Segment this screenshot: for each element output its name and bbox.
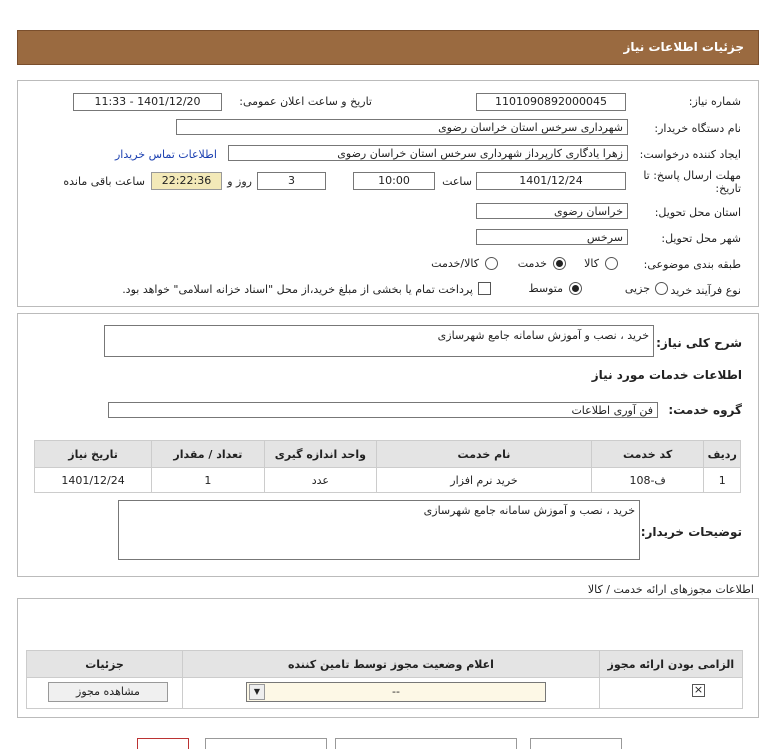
col-qty-header: تعداد / مقدار	[151, 440, 265, 468]
days-label: روز و	[227, 175, 252, 188]
bottom-button-1[interactable]	[137, 738, 189, 749]
col-code-header: کد خدمت	[590, 440, 705, 468]
permit-status-select[interactable]: -- ▼	[246, 682, 546, 702]
need-info-panel	[17, 80, 759, 307]
cell-qty: 1	[151, 467, 265, 493]
cell-unit: عدد	[263, 467, 378, 493]
summary-field: خرید ، نصب و آموزش سامانه جامع شهرسازی	[104, 325, 654, 357]
need-number-field: 1101090892000045	[476, 93, 626, 111]
permit-required-checkbox: ×	[692, 683, 705, 697]
need-number-label: شماره نیاز:	[688, 95, 741, 108]
category-radio-goods[interactable]	[605, 257, 618, 270]
creator-field: زهرا یادگاری کارپرداز شهرداری سرخس استان…	[228, 145, 628, 161]
view-permit-button[interactable]: مشاهده مجوز	[48, 682, 168, 702]
category-label: طبقه بندی موضوعی:	[643, 258, 741, 271]
province-label: استان محل تحویل:	[654, 206, 741, 219]
buyer-org-label: نام دستگاه خریدار:	[654, 122, 741, 135]
permit-required-header: الزامی بودن ارائه مجوز	[598, 650, 744, 678]
treasury-payment-note: پرداخت تمام یا بخشی از مبلغ خرید،از محل …	[122, 283, 473, 296]
permits-title: اطلاعات مجوزهای ارائه خدمت / کالا	[587, 583, 754, 596]
service-group-field: فن آوری اطلاعات	[108, 402, 658, 418]
city-label: شهر محل تحویل:	[661, 232, 741, 245]
page-title: جزئیات اطلاعات نیاز	[623, 40, 744, 54]
col-name-header: نام خدمت	[376, 440, 592, 468]
permit-required-cell	[598, 677, 744, 709]
remaining-timer: 22:22:36	[151, 172, 222, 190]
city-field: سرخس	[476, 229, 628, 245]
treasury-payment-checkbox[interactable]	[478, 282, 491, 295]
services-table-header: ردیف کد خدمت نام خدمت واحد اندازه گیری ت…	[33, 440, 741, 468]
process-option-minor: جزیی	[624, 282, 650, 295]
buyer-org-field: شهرداری سرخس استان خراسان رضوی	[176, 119, 628, 135]
summary-label: شرح کلی نیاز:	[656, 336, 742, 350]
announce-field: 1401/12/20 - 11:33	[73, 93, 222, 111]
service-group-label: گروه خدمت:	[668, 403, 742, 417]
col-date-header: تاریخ نیاز	[33, 440, 153, 468]
buyer-contact-link[interactable]: اطلاعات تماس خریدار	[115, 148, 217, 161]
deadline-label: مهلت ارسال پاسخ: تا	[643, 169, 741, 182]
permit-status-value: --	[392, 685, 400, 698]
category-radio-both[interactable]	[485, 257, 498, 270]
permits-table-header: الزامی بودن ارائه مجوز اعلام وضعیت مجوز …	[25, 650, 744, 678]
process-option-medium: متوسط	[528, 282, 563, 295]
chevron-down-icon[interactable]: ▼	[249, 684, 265, 700]
remaining-label: ساعت باقی مانده	[63, 175, 145, 188]
page-header: جزئیات اطلاعات نیاز	[17, 30, 759, 65]
announce-label: تاریخ و ساعت اعلان عمومی:	[239, 95, 372, 108]
process-radio-medium[interactable]	[569, 282, 582, 295]
category-option-service: خدمت	[517, 257, 547, 270]
permit-details-header: جزئیات	[25, 650, 184, 678]
bottom-button-4[interactable]	[530, 738, 622, 749]
services-table: ردیف کد خدمت نام خدمت واحد اندازه گیری ت…	[33, 440, 741, 493]
creator-label: ایجاد کننده درخواست:	[639, 148, 741, 161]
process-label: نوع فرآیند خرید :	[663, 284, 741, 297]
deadline-time-field: 10:00	[353, 172, 435, 190]
deadline-label-2: تاریخ:	[715, 182, 741, 195]
category-radio-service[interactable]	[553, 257, 566, 270]
buyer-notes-field: خرید ، نصب و آموزش سامانه جامع شهرسازی	[118, 500, 640, 560]
days-field: 3	[257, 172, 326, 190]
province-field: خراسان رضوی	[476, 203, 628, 219]
col-row-header: ردیف	[703, 440, 741, 468]
deadline-time-label: ساعت	[442, 175, 472, 188]
table-row: 1 ف-108 خرید نرم افزار عدد 1 1401/12/24	[33, 467, 741, 493]
bottom-button-2[interactable]	[205, 738, 327, 749]
cell-date: 1401/12/24	[33, 467, 153, 493]
category-option-both: کالا/خدمت	[431, 257, 479, 270]
process-radio-minor[interactable]	[655, 282, 668, 295]
permit-status-header: اعلام وضعیت مجوز توسط تامین کننده	[182, 650, 600, 678]
cell-code: ف-108	[590, 467, 705, 493]
services-title: اطلاعات خدمات مورد نیاز	[591, 368, 742, 382]
buyer-notes-label: توضیحات خریدار:	[640, 525, 742, 539]
cell-name: خرید نرم افزار	[376, 467, 592, 493]
col-unit-header: واحد اندازه گیری	[263, 440, 378, 468]
deadline-date-field: 1401/12/24	[476, 172, 626, 190]
cell-row: 1	[703, 467, 741, 493]
bottom-button-3[interactable]	[335, 738, 517, 749]
category-option-goods: کالا	[584, 257, 599, 270]
